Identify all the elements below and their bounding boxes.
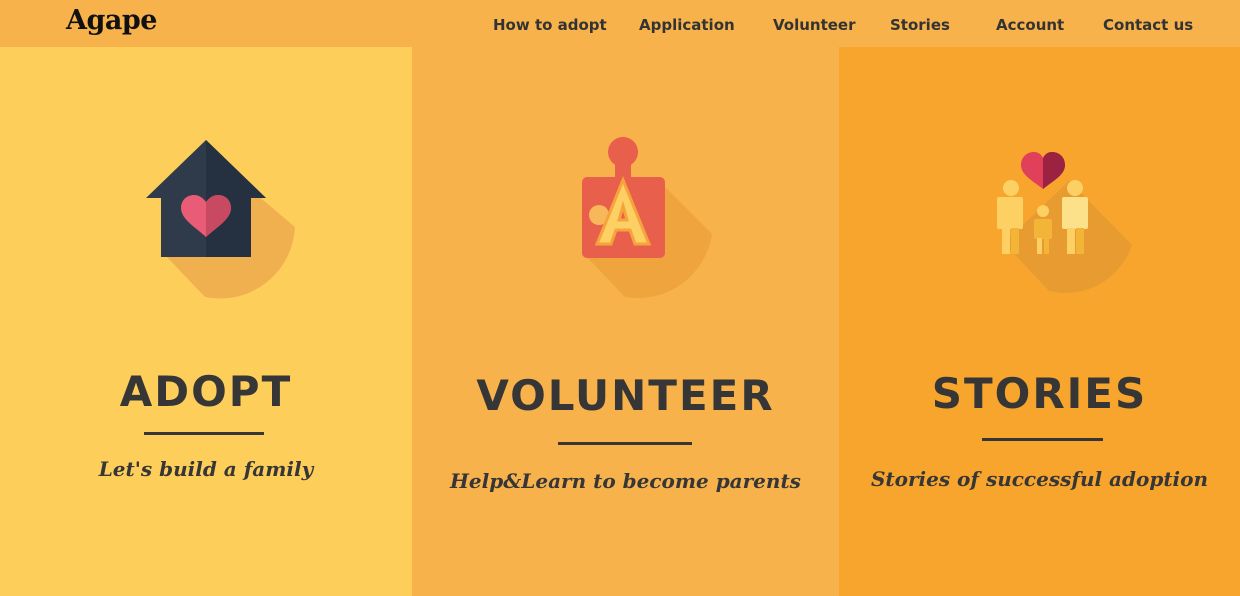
adopt-subtitle: Let's build a family: [98, 457, 314, 481]
stories-subtitle: Stories of successful adoption: [870, 467, 1209, 491]
stories-title: STORIES: [931, 369, 1148, 418]
family-heart-icon: [997, 152, 1132, 293]
volunteer-title: VOLUNTEER: [476, 371, 775, 420]
stories-panel[interactable]: STORIES Stories of successful adoption: [839, 47, 1240, 596]
adopt-title: ADOPT: [119, 367, 293, 416]
site-logo[interactable]: Agape: [66, 5, 157, 36]
nav-link-contact-us[interactable]: Contact us: [1103, 16, 1193, 34]
adopt-divider: [144, 432, 264, 435]
house-heart-icon: [146, 140, 295, 299]
nav-link-stories[interactable]: Stories: [890, 16, 950, 34]
puzzle-letter-icon: [582, 137, 712, 299]
top-navigation: Agape How to adopt Application Volunteer…: [0, 0, 1240, 47]
volunteer-subtitle: Help&Learn to become parents: [450, 469, 801, 493]
volunteer-panel[interactable]: VOLUNTEER Help&Learn to become parents: [412, 47, 839, 596]
volunteer-divider: [558, 442, 692, 445]
nav-link-how-to-adopt[interactable]: How to adopt: [493, 16, 607, 34]
nav-link-account[interactable]: Account: [996, 16, 1064, 34]
nav-link-application[interactable]: Application: [639, 16, 735, 34]
nav-link-volunteer[interactable]: Volunteer: [773, 16, 856, 34]
adopt-panel[interactable]: ADOPT Let's build a family: [0, 47, 412, 596]
stories-divider: [982, 438, 1103, 441]
